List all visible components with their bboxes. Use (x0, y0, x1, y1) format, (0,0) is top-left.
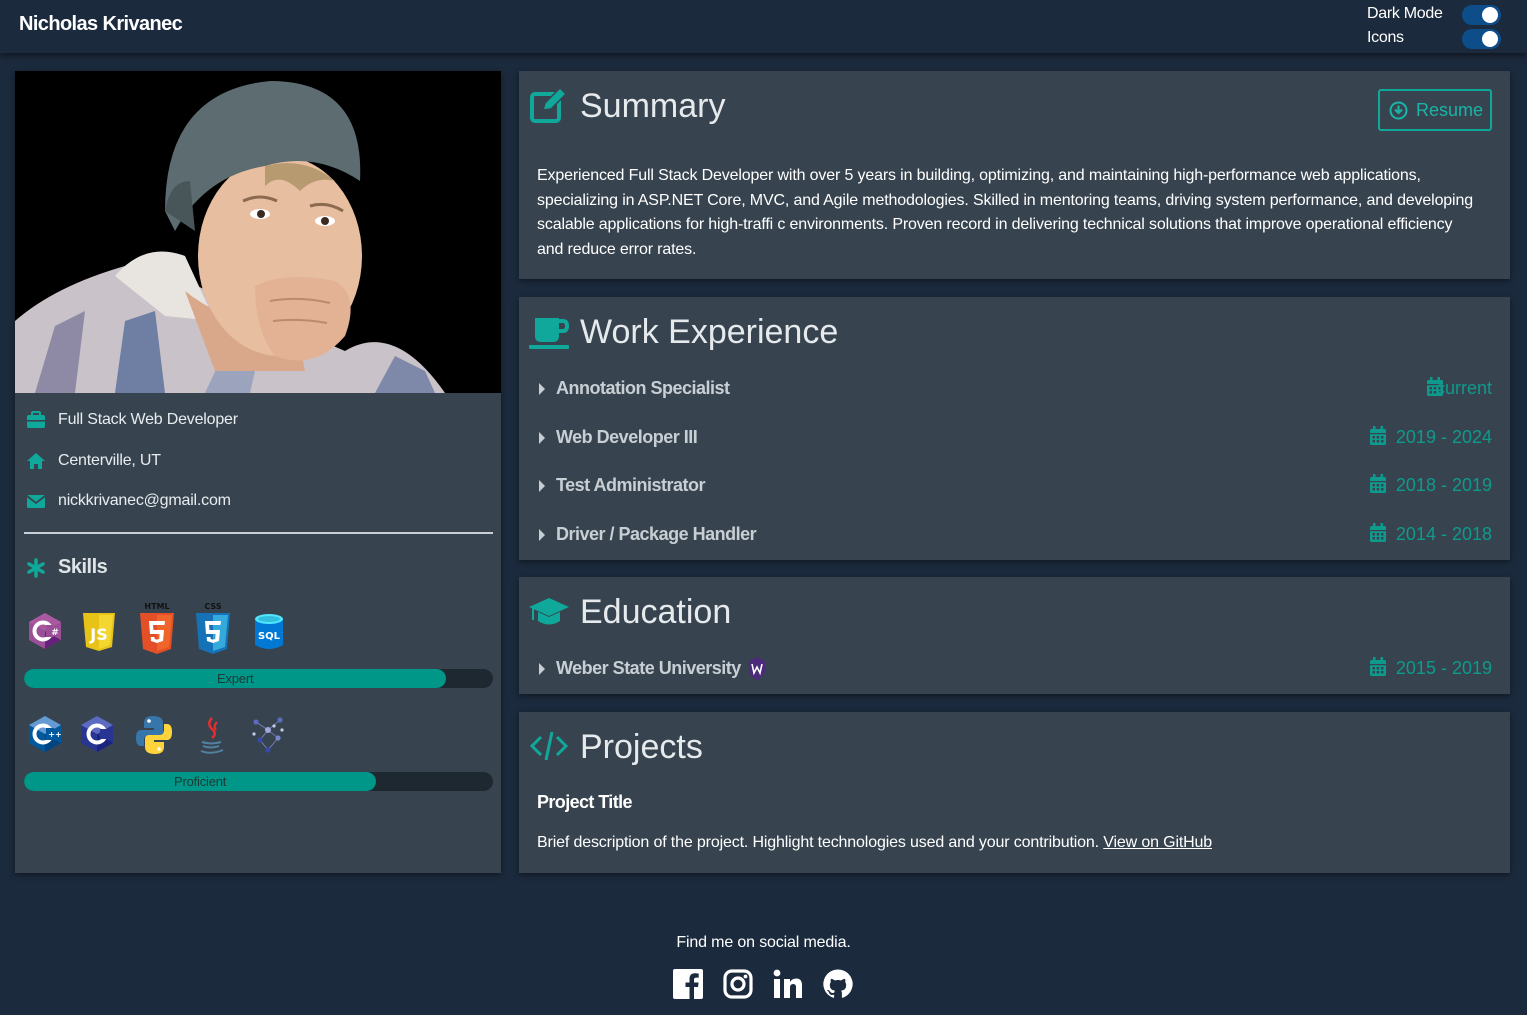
email-row: nickkrivanec@gmail.com (25, 490, 485, 512)
linkedin-icon[interactable] (772, 968, 804, 1000)
caret-right-icon (539, 529, 545, 541)
proficient-label: Proficient (174, 774, 227, 789)
project-description-text: Brief description of the project. Highli… (537, 834, 1104, 851)
c-icon (81, 716, 113, 752)
calendar-icon (1370, 474, 1386, 493)
cplusplus-icon: ++ (29, 716, 62, 752)
job-dates: 2018 - 2019 (1395, 475, 1492, 495)
javascript-icon: JS (83, 613, 115, 651)
github-icon[interactable] (822, 968, 854, 1000)
job-item[interactable]: Test Administrator 2018 - 2019 (519, 472, 1510, 500)
work-title: Work Experience (580, 313, 839, 351)
python-icon (136, 716, 172, 754)
switch-knob (1482, 7, 1498, 23)
school-dates: 2015 - 2019 (1395, 658, 1492, 678)
calendar-icon (1370, 657, 1386, 676)
envelope-icon (26, 495, 46, 508)
job-item[interactable]: Web Developer III 2019 - 2024 (519, 424, 1510, 452)
university-logo-icon (749, 657, 765, 681)
proficient-progress-bar: Proficient (24, 772, 493, 791)
summary-title: Summary (580, 87, 726, 125)
graduation-cap-icon (529, 598, 569, 625)
sql-caption: SQL (258, 631, 281, 642)
expert-label: Expert (217, 671, 254, 686)
job-title: Annotation Specialist (556, 378, 730, 398)
projects-card: Projects Project Title Brief description… (519, 712, 1510, 873)
location-row: Centerville, UT (25, 450, 485, 472)
summary-text: Experienced Full Stack Developer with ov… (537, 167, 1473, 258)
icons-switch[interactable] (1462, 29, 1501, 49)
caret-right-icon (539, 383, 545, 395)
instagram-icon[interactable] (722, 968, 754, 1000)
job-title: Web Developer III (556, 427, 698, 447)
email-text[interactable]: nickkrivanec@gmail.com (58, 492, 231, 510)
svg-text:JS: JS (89, 625, 107, 644)
edit-icon (530, 86, 568, 123)
job-item[interactable]: Annotation Specialist current (519, 375, 1510, 403)
expert-progress-bar: Expert (24, 669, 493, 688)
switch-knob (1482, 31, 1498, 47)
profile-divider (24, 532, 493, 534)
top-navbar: Nicholas Krivanec Dark Mode Icons (0, 0, 1527, 53)
job-item[interactable]: Driver / Package Handler 2014 - 2018 (519, 521, 1510, 549)
school-name: Weber State University (556, 658, 741, 678)
footer-text: Find me on social media. (676, 934, 851, 951)
skills-heading-text: Skills (58, 556, 108, 578)
job-title: Driver / Package Handler (556, 524, 757, 544)
job-title-text: Full Stack Web Developer (58, 411, 238, 428)
job-title-row: Full Stack Web Developer (25, 409, 485, 431)
svg-text:#: # (51, 628, 59, 638)
job-dates: current (1435, 378, 1492, 398)
coffee-icon (529, 318, 569, 349)
projects-title: Projects (580, 728, 703, 766)
csharp-icon: # (29, 613, 61, 649)
project-description: Brief description of the project. Highli… (537, 834, 1212, 852)
html5-icon: HTML (140, 602, 174, 654)
brand-name[interactable]: Nicholas Krivanec (19, 13, 183, 36)
location-text: Centerville, UT (58, 452, 161, 469)
project-title: Project Title (537, 792, 633, 812)
asterisk-icon (27, 558, 45, 578)
icons-label: Icons (1367, 29, 1404, 46)
github-link[interactable]: View on GitHub (1103, 834, 1212, 851)
css3-caption: CSS (204, 602, 221, 611)
machine-learning-icon (252, 717, 284, 753)
calendar-icon (1370, 426, 1386, 445)
school-item[interactable]: Weber State University 2015 - 2019 (519, 655, 1510, 683)
summary-card: Summary Resume Experienced Full Stack De… (519, 71, 1510, 279)
job-title: Test Administrator (556, 475, 706, 495)
sql-icon: SQL (255, 614, 283, 649)
svg-text:++: ++ (48, 730, 61, 739)
css3-icon: CSS (196, 602, 230, 654)
dark-mode-toggle-row: Dark Mode (1367, 3, 1507, 25)
resume-label: Resume (1416, 100, 1484, 120)
java-icon (200, 717, 224, 754)
profile-photo (15, 71, 501, 393)
job-dates: 2019 - 2024 (1395, 427, 1492, 447)
education-card: Education Weber State University 2015 - … (519, 577, 1510, 694)
resume-download-button[interactable]: Resume (1378, 89, 1492, 131)
download-icon (1389, 101, 1408, 120)
dark-mode-label: Dark Mode (1367, 5, 1443, 22)
job-dates: 2014 - 2018 (1395, 524, 1492, 544)
code-icon (529, 731, 569, 761)
profile-card: Full Stack Web Developer Centerville, UT… (15, 71, 501, 873)
icons-toggle-row: Icons (1367, 27, 1507, 49)
html5-caption: HTML (144, 602, 169, 611)
calendar-icon (1370, 523, 1386, 542)
work-experience-card: Work Experience Annotation Specialist cu… (519, 297, 1510, 560)
caret-right-icon (539, 663, 545, 675)
facebook-icon[interactable] (672, 968, 704, 1000)
dark-mode-switch[interactable] (1462, 5, 1501, 25)
home-icon (27, 453, 45, 469)
caret-right-icon (539, 480, 545, 492)
caret-right-icon (539, 432, 545, 444)
education-title: Education (580, 593, 732, 631)
briefcase-icon (27, 411, 45, 428)
